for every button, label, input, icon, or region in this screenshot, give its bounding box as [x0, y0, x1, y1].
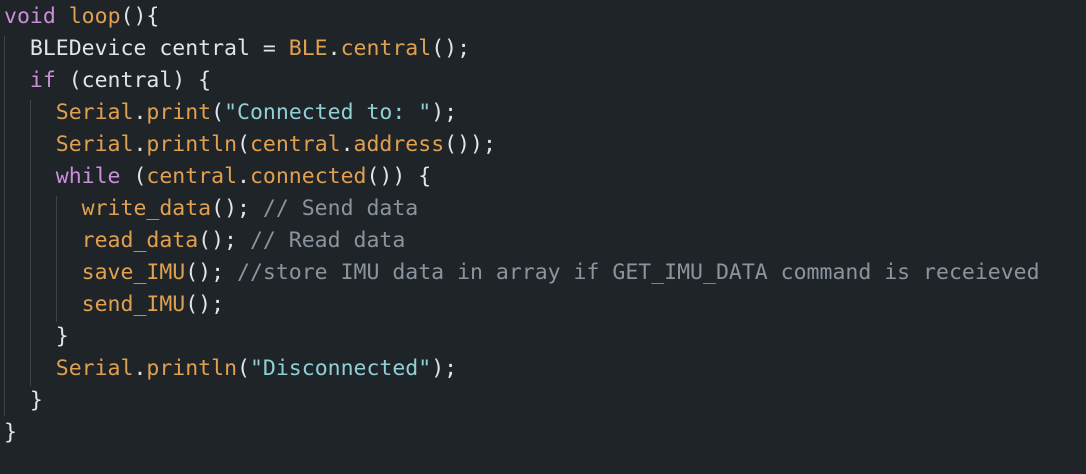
code-token-pl: ()); [444, 132, 496, 157]
code-line[interactable]: } [4, 321, 69, 353]
code-token-pl: ); [431, 100, 458, 125]
code-token-fn: Serial [55, 100, 134, 125]
code-token-fn: read_data [81, 228, 199, 253]
code-line[interactable]: } [4, 417, 17, 449]
code-token-pl: ( [120, 164, 147, 189]
code-token-pl: (); [198, 228, 250, 253]
code-token-fn: write_data [81, 196, 212, 221]
code-line[interactable]: save_IMU(); //store IMU data in array if… [4, 257, 1040, 289]
code-token-pl: (){ [120, 4, 160, 29]
code-token-fn: address [353, 132, 445, 157]
code-token-fn: println [146, 132, 238, 157]
code-token-pl: BLEDevice central = [4, 36, 289, 61]
code-token-fn: Serial [55, 356, 134, 381]
code-line[interactable]: Serial.println("Disconnected"); [4, 353, 457, 385]
code-token-pl: . [340, 132, 354, 157]
code-token-fn: send_IMU [81, 292, 186, 317]
code-token-pl: . [133, 132, 147, 157]
code-token-pl: ( [237, 356, 250, 381]
code-token-kw: void [4, 4, 56, 29]
code-token-cm: //store IMU data in array if GET_IMU_DAT… [237, 260, 1040, 285]
code-token-fn: central [249, 132, 341, 157]
code-editor[interactable]: void loop(){ BLEDevice central = BLE.cen… [0, 0, 1086, 474]
code-token-str: "Disconnected" [249, 356, 432, 381]
code-token-fn: connected [249, 164, 367, 189]
code-token-pl: (central) { [55, 68, 212, 93]
code-line[interactable]: send_IMU(); [4, 289, 224, 321]
code-line[interactable]: write_data(); // Send data [4, 193, 419, 225]
code-token-pl: (); [431, 36, 471, 61]
code-token-pl: } [4, 388, 43, 413]
code-line[interactable]: while (central.connected()) { [4, 161, 431, 193]
code-token-fn: BLE [288, 36, 328, 61]
code-token-fn: central [146, 164, 238, 189]
code-line[interactable]: BLEDevice central = BLE.central(); [4, 33, 470, 65]
code-token-pl: ); [431, 356, 458, 381]
code-line[interactable]: Serial.println(central.address()); [4, 129, 496, 161]
code-token-fn: central [340, 36, 432, 61]
code-line[interactable]: if (central) { [4, 65, 211, 97]
code-token-cm: // Read data [249, 228, 406, 253]
code-token-pl: } [4, 324, 69, 349]
code-token-cm: // Send data [262, 196, 419, 221]
code-token-fn: loop [68, 4, 121, 29]
code-token-pl: (); [185, 260, 238, 285]
code-token-pl: . [133, 100, 147, 125]
code-line[interactable]: } [4, 385, 43, 417]
code-token-pl: ( [211, 100, 225, 125]
code-token-str: "Connected to: " [224, 100, 432, 125]
code-token-pl: . [327, 36, 341, 61]
code-line[interactable]: void loop(){ [4, 1, 159, 33]
code-token-fn: Serial [55, 132, 134, 157]
code-token-pl: } [4, 420, 17, 445]
code-token-pl: (); [211, 196, 263, 221]
code-token-pl: ()) { [366, 164, 432, 189]
code-token-fn: save_IMU [81, 260, 186, 285]
code-token-kw: if [29, 68, 56, 93]
code-line[interactable]: Serial.print("Connected to: "); [4, 97, 457, 129]
code-token-fn: println [146, 356, 238, 381]
code-line[interactable]: read_data(); // Read data [4, 225, 406, 257]
code-token-pl: ( [237, 132, 250, 157]
code-token-pl: . [237, 164, 250, 189]
code-token-fn: print [146, 100, 212, 125]
code-token-pl: . [133, 356, 147, 381]
code-token-pl: (); [185, 292, 225, 317]
code-token-kw: while [55, 164, 121, 189]
